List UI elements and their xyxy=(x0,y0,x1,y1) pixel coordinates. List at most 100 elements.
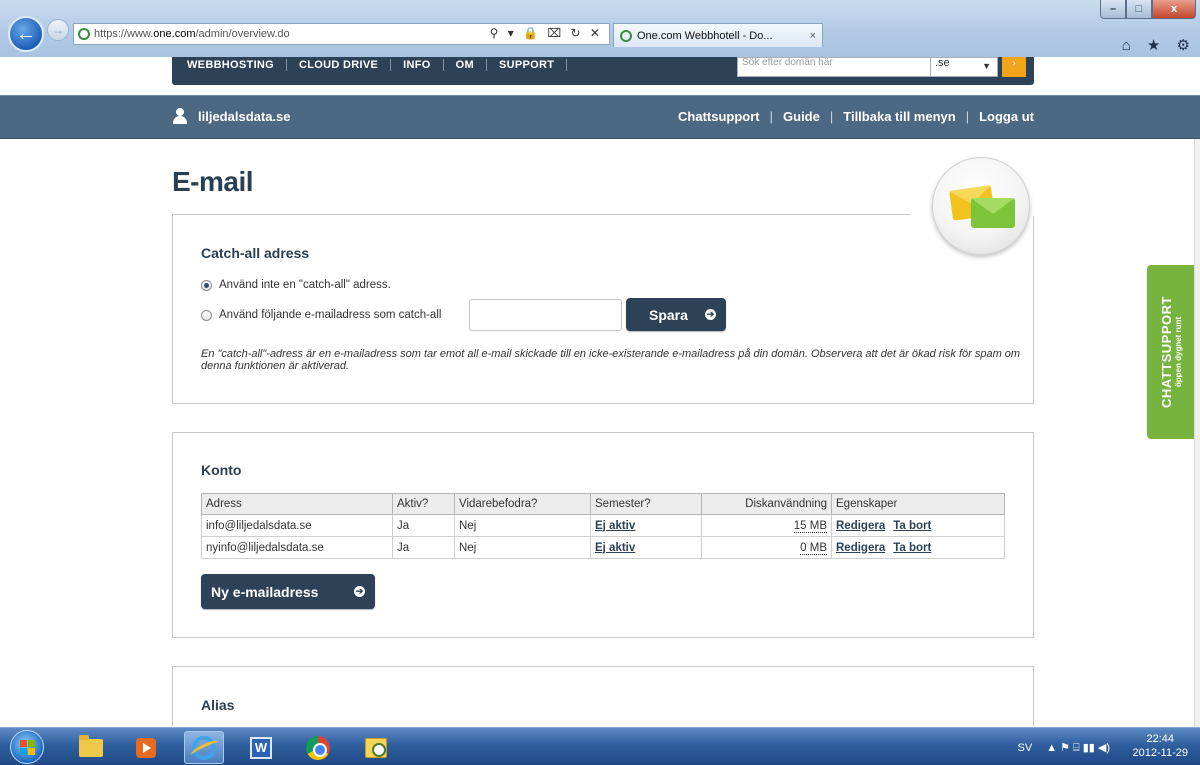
user-links: Chattsupport | Guide | Tillbaka till men… xyxy=(668,109,1034,124)
save-button[interactable]: Spara ➔ xyxy=(626,298,726,331)
col-forward: Vidarebefodra? xyxy=(454,493,591,515)
forward-button[interactable]: → xyxy=(47,19,69,41)
tab-close-icon[interactable]: × xyxy=(810,30,816,42)
address-bar[interactable]: https://www.one.com/admin/overview.do ⚲ … xyxy=(73,23,610,45)
save-button-label: Spara xyxy=(649,306,688,323)
taskbar-internet-explorer[interactable] xyxy=(184,731,224,764)
vacation-link[interactable]: Ej aktiv xyxy=(595,520,635,532)
catchall-option-use-label: Använd följande e-mailadress som catch-a… xyxy=(219,309,442,321)
chrome-icon xyxy=(306,735,330,760)
col-properties: Egenskaper xyxy=(831,493,1005,515)
alias-panel: Alias xyxy=(172,666,1034,733)
vacation-link[interactable]: Ej aktiv xyxy=(595,542,635,554)
minimize-button[interactable]: – xyxy=(1100,0,1126,19)
user-icon xyxy=(172,108,188,124)
col-active: Aktiv? xyxy=(392,493,455,515)
edit-link[interactable]: Redigera xyxy=(836,542,885,554)
media-player-icon xyxy=(136,737,156,758)
taskbar-media-player[interactable] xyxy=(126,731,166,764)
accounts-heading: Konto xyxy=(201,462,242,478)
tld-select[interactable]: .se ▼ xyxy=(930,57,998,77)
tray-icons[interactable]: ▲ ⚑ ⌸ ▮▮ ◀) xyxy=(1046,741,1110,755)
internet-explorer-icon xyxy=(192,735,216,760)
tld-value: .se xyxy=(935,57,950,69)
account-domain-label: liljedalsdata.se xyxy=(198,108,291,124)
arrow-right-circle-icon: ➔ xyxy=(705,309,716,320)
row-address: info@liljedalsdata.se xyxy=(201,514,393,537)
taskbar: W SV ▲ ⚑ ⌸ ▮▮ ◀) 22:44 2012-11-29 xyxy=(0,727,1200,765)
arrow-right-circle-icon: ➔ xyxy=(354,586,365,597)
nav-support[interactable]: SUPPORT xyxy=(487,59,568,71)
radio-unselected-icon[interactable] xyxy=(201,309,212,321)
nav-om[interactable]: OM xyxy=(444,59,487,71)
delete-link[interactable]: Ta bort xyxy=(893,520,931,532)
domain-search-button[interactable]: › xyxy=(1002,57,1026,77)
url-text: https://www.one.com/admin/overview.do xyxy=(94,28,290,40)
folder-icon xyxy=(79,734,103,757)
start-button[interactable] xyxy=(10,730,44,764)
arrow-left-icon: ← xyxy=(16,22,36,45)
back-to-menu-link[interactable]: Tillbaka till menyn xyxy=(833,109,965,124)
guide-link[interactable]: Guide xyxy=(773,109,830,124)
alias-heading: Alias xyxy=(201,697,235,713)
domain-search-input[interactable]: Sök efter domän här xyxy=(737,57,949,77)
edit-link[interactable]: Redigera xyxy=(836,520,885,532)
page-title: E-mail xyxy=(172,166,254,197)
window-controls: – □ x xyxy=(1100,0,1196,19)
account-domain: liljedalsdata.se xyxy=(172,108,291,124)
user-bar: liljedalsdata.se Chattsupport | Guide | … xyxy=(0,95,1200,139)
row-active: Ja xyxy=(392,536,455,559)
col-address: Adress xyxy=(201,493,393,515)
row-usage: 15 MB xyxy=(793,519,827,533)
page-scrollbar[interactable] xyxy=(1194,139,1200,727)
scheduler-icon xyxy=(365,737,387,758)
home-favorites-settings-icons[interactable]: ⌂ ★ ⚙ xyxy=(1122,36,1196,54)
catchall-panel: Catch-all adress Använd inte en "catch-a… xyxy=(172,214,1034,404)
catchall-option-none[interactable]: Använd inte en "catch-all" adress. xyxy=(201,279,391,291)
table-row: nyinfo@liljedalsdata.se Ja Nej Ej aktiv … xyxy=(201,536,1005,559)
catchall-description: En "catch-all"-adress är en e-mailadress… xyxy=(201,348,1021,372)
col-disk-usage: Diskanvändning xyxy=(701,493,832,515)
browser-tab[interactable]: One.com Webbhotell - Do... × xyxy=(613,23,823,47)
mail-envelopes-icon xyxy=(932,157,1030,255)
address-tools-icons[interactable]: ⚲ ▾ 🔒 ⌧ ↻ ✕ xyxy=(490,26,603,40)
close-window-button[interactable]: x xyxy=(1152,0,1196,19)
logout-link[interactable]: Logga ut xyxy=(969,109,1034,124)
back-button[interactable]: ← xyxy=(8,16,44,52)
taskbar-scheduler[interactable] xyxy=(356,731,396,764)
nav-info[interactable]: INFO xyxy=(391,59,444,71)
catchall-heading: Catch-all adress xyxy=(201,245,310,261)
maximize-button[interactable]: □ xyxy=(1126,0,1152,19)
taskbar-explorer[interactable] xyxy=(71,731,111,764)
row-forward: Nej xyxy=(454,514,591,537)
accounts-table: Adress Aktiv? Vidarebefodra? Semester? D… xyxy=(201,493,1005,559)
row-forward: Nej xyxy=(454,536,591,559)
table-row: info@liljedalsdata.se Ja Nej Ej aktiv 15… xyxy=(201,514,1005,537)
delete-link[interactable]: Ta bort xyxy=(893,542,931,554)
chattsupport-link[interactable]: Chattsupport xyxy=(668,109,770,124)
system-tray: SV ▲ ⚑ ⌸ ▮▮ ◀) xyxy=(1018,741,1111,755)
taskbar-chrome[interactable] xyxy=(298,731,338,764)
chat-support-subtitle: öppen dygnet runt xyxy=(1174,316,1183,388)
clock[interactable]: 22:44 2012-11-29 xyxy=(1133,732,1188,760)
top-nav-bar: WEBBHOSTING CLOUD DRIVE INFO OM SUPPORT … xyxy=(172,57,1034,85)
chat-support-tab[interactable]: CHATTSUPPORT öppen dygnet runt xyxy=(1147,265,1195,439)
chevron-down-icon: ▼ xyxy=(982,61,991,71)
nav-webbhosting[interactable]: WEBBHOSTING xyxy=(187,59,288,71)
accounts-panel: Konto Adress Aktiv? Vidarebefodra? Semes… xyxy=(172,432,1034,638)
clock-time: 22:44 xyxy=(1146,733,1175,745)
catchall-option-use[interactable]: Använd följande e-mailadress som catch-a… xyxy=(201,309,441,321)
nav-cloud-drive[interactable]: CLOUD DRIVE xyxy=(287,59,392,71)
catchall-option-none-label: Använd inte en "catch-all" adress. xyxy=(219,279,391,291)
language-indicator[interactable]: SV xyxy=(1018,742,1033,754)
catchall-address-input[interactable] xyxy=(469,299,622,331)
site-favicon-icon xyxy=(78,28,90,40)
word-icon: W xyxy=(250,736,272,759)
row-address: nyinfo@liljedalsdata.se xyxy=(201,536,393,559)
new-email-button[interactable]: Ny e-mailadress ➔ xyxy=(201,574,375,609)
tab-favicon-icon xyxy=(620,29,632,42)
radio-selected-icon[interactable] xyxy=(201,279,212,291)
new-email-button-label: Ny e-mailadress xyxy=(211,583,319,600)
col-vacation: Semester? xyxy=(590,493,702,515)
taskbar-word[interactable]: W xyxy=(241,731,281,764)
